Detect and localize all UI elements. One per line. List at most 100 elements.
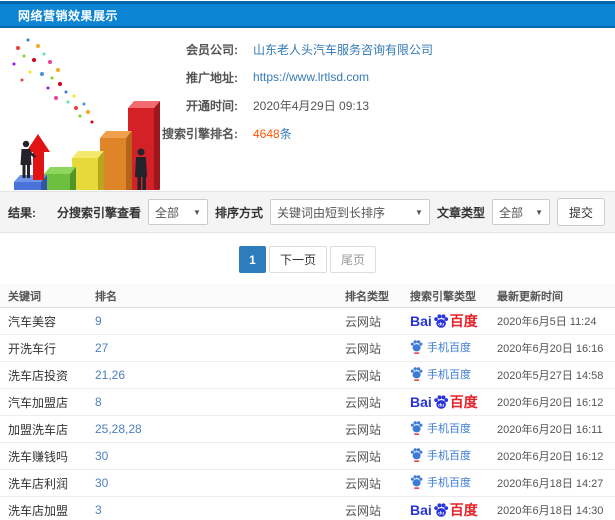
last-page-button[interactable]: 尾页 [330,246,377,273]
header-engine-type: 搜索引擎类型 [410,290,476,303]
rank-link[interactable]: 27 [95,341,108,355]
type-filter-label: 文章类型 [436,205,485,220]
promo-url-link[interactable]: https://www.lrtlsd.com [253,70,369,84]
sort-filter-select[interactable]: 关键词由短到长排序 ▼ [269,199,430,225]
mobile-engine-name: 手机百度 [427,476,471,489]
header-updated: 最新更新时间 [497,290,563,303]
sort-filter-label: 排序方式 [214,205,263,220]
engine-filter-value: 全部 [154,205,179,220]
table-row: 洗车店投资 21,26 云网站 手机百度 2020年5月27日 14:58 [0,362,615,389]
baidu-mobile-logo: 手机百度 [410,339,471,355]
mobile-baidu-paw-icon [410,448,423,463]
promo-url-label: 推广地址: [186,70,238,85]
engine-cell: Bai du 百度 [410,392,497,412]
rank-link[interactable]: 30 [95,476,108,490]
member-company-label: 会员公司: [186,42,238,57]
open-time-row: 开通时间: 2020年4月29日 09:13 [130,96,433,114]
engine-rank-row: 搜索引擎排名: 4648条 [130,124,433,142]
engine-rank-label: 搜索引擎排名: [162,126,238,141]
rank-link[interactable]: 25,28,28 [95,422,142,436]
baidu-wordmark-bai: Bai [410,394,432,410]
chevron-down-icon: ▼ [415,207,423,217]
table-header-row: 关键词 排名 排名类型 搜索引擎类型 最新更新时间 [0,284,615,308]
engine-cell: 手机百度 [410,447,497,466]
mobile-baidu-paw-icon [410,340,423,355]
ranking-table: 关键词 排名 排名类型 搜索引擎类型 最新更新时间 汽车美容 9 云网站 Bai… [0,284,615,520]
keyword-cell: 汽车美容 [8,314,57,329]
rank-link[interactable]: 30 [95,449,108,463]
updated-cell: 2020年6月20日 16:12 [497,451,604,463]
baidu-paw-icon: du [434,314,448,328]
table-row: 洗车店加盟 3 云网站 Bai du 百度 2020年6月18日 14:30 [0,497,615,520]
updated-cell: 2020年6月18日 14:27 [497,478,604,490]
baidu-wordmark-du: du [438,510,444,516]
member-company-row: 会员公司: 山东老人头汽车服务咨询有限公司 [130,40,433,58]
table-row: 洗车赚钱吗 30 云网站 手机百度 2020年6月20日 16:12 [0,443,615,470]
filter-controls: 分搜索引擎查看 全部 ▼ 排序方式 关键词由短到长排序 ▼ 文章类型 全部 ▼ … [57,198,605,226]
results-label: 结果: [8,205,36,220]
keyword-cell: 汽车加盟店 [8,395,69,410]
rank-link[interactable]: 8 [95,395,102,409]
chevron-down-icon: ▼ [535,207,543,217]
keyword-cell: 洗车店投资 [8,368,69,383]
page-title: 网络营销效果展示 [18,8,119,23]
rank-type-cell: 云网站 [345,368,382,383]
engine-cell: 手机百度 [410,366,497,385]
confetti-dots [12,38,94,124]
header-keyword: 关键词 [8,290,41,303]
baidu-pc-logo: Bai du 百度 [410,392,478,412]
submit-button[interactable]: 提交 [556,198,605,226]
keyword-cell: 洗车店加盟 [8,503,69,518]
engine-cell: Bai du 百度 [410,311,497,331]
header-rank-type: 排名类型 [345,290,389,303]
type-filter-select[interactable]: 全部 ▼ [491,199,550,225]
rank-type-cell: 云网站 [345,314,382,329]
baidu-wordmark-du: du [438,321,444,327]
table-row: 加盟洗车店 25,28,28 云网站 手机百度 2020年6月20日 16:11 [0,416,615,443]
rank-link[interactable]: 9 [95,314,102,328]
info-panel: 会员公司: 山东老人头汽车服务咨询有限公司 推广地址: https://www.… [0,28,615,212]
rank-type-cell: 云网站 [345,395,382,410]
bar-yellow [72,151,104,204]
company-info-fields: 会员公司: 山东老人头汽车服务咨询有限公司 推广地址: https://www.… [130,40,433,152]
baidu-paw-icon: du [434,503,448,517]
mobile-engine-name: 手机百度 [427,449,471,462]
baidu-paw-icon: du [434,395,448,409]
baidu-wordmark-du: du [438,402,444,408]
engine-cell: 手机百度 [410,474,497,493]
updated-cell: 2020年6月5日 11:24 [497,316,597,328]
baidu-mobile-logo: 手机百度 [410,447,471,463]
page-1-button[interactable]: 1 [238,246,266,273]
chevron-down-icon: ▼ [193,207,201,217]
rank-type-cell: 云网站 [345,422,382,437]
baidu-pc-logo: Bai du 百度 [410,500,478,520]
baidu-wordmark-chinese: 百度 [449,502,478,518]
updated-cell: 2020年6月18日 14:30 [497,505,604,517]
baidu-wordmark-chinese: 百度 [449,394,478,410]
baidu-wordmark-bai: Bai [410,313,432,329]
engine-cell: Bai du 百度 [410,500,497,520]
table-body: 汽车美容 9 云网站 Bai du 百度 2020年6月5日 11:24 开洗车… [0,308,615,520]
engine-filter-label: 分搜索引擎查看 [56,205,141,220]
mobile-engine-name: 手机百度 [427,341,471,354]
mobile-baidu-paw-icon [410,421,423,436]
rank-link[interactable]: 3 [95,503,102,517]
mobile-baidu-paw-icon [410,475,423,490]
rank-type-cell: 云网站 [345,476,382,491]
sort-filter-value: 关键词由短到长排序 [276,205,385,220]
mobile-engine-name: 手机百度 [427,422,471,435]
rank-link[interactable]: 21,26 [95,368,125,382]
page-header: 网络营销效果展示 [0,1,615,28]
rank-type-cell: 云网站 [345,503,382,518]
member-company-link[interactable]: 山东老人头汽车服务咨询有限公司 [253,41,433,58]
table-row: 汽车加盟店 8 云网站 Bai du 百度 2020年6月20日 16:12 [0,389,615,416]
rank-type-cell: 云网站 [345,341,382,356]
baidu-mobile-logo: 手机百度 [410,420,471,436]
baidu-wordmark-chinese: 百度 [449,313,478,329]
next-page-button[interactable]: 下一页 [268,246,327,273]
filter-bar: 结果: 分搜索引擎查看 全部 ▼ 排序方式 关键词由短到长排序 ▼ 文章类型 全… [0,191,615,233]
engine-filter-select[interactable]: 全部 ▼ [147,199,208,225]
open-time-value: 2020年4月29日 09:13 [253,98,370,113]
keyword-cell: 加盟洗车店 [8,422,69,437]
table-row: 洗车店利润 30 云网站 手机百度 2020年6月18日 14:27 [0,470,615,497]
